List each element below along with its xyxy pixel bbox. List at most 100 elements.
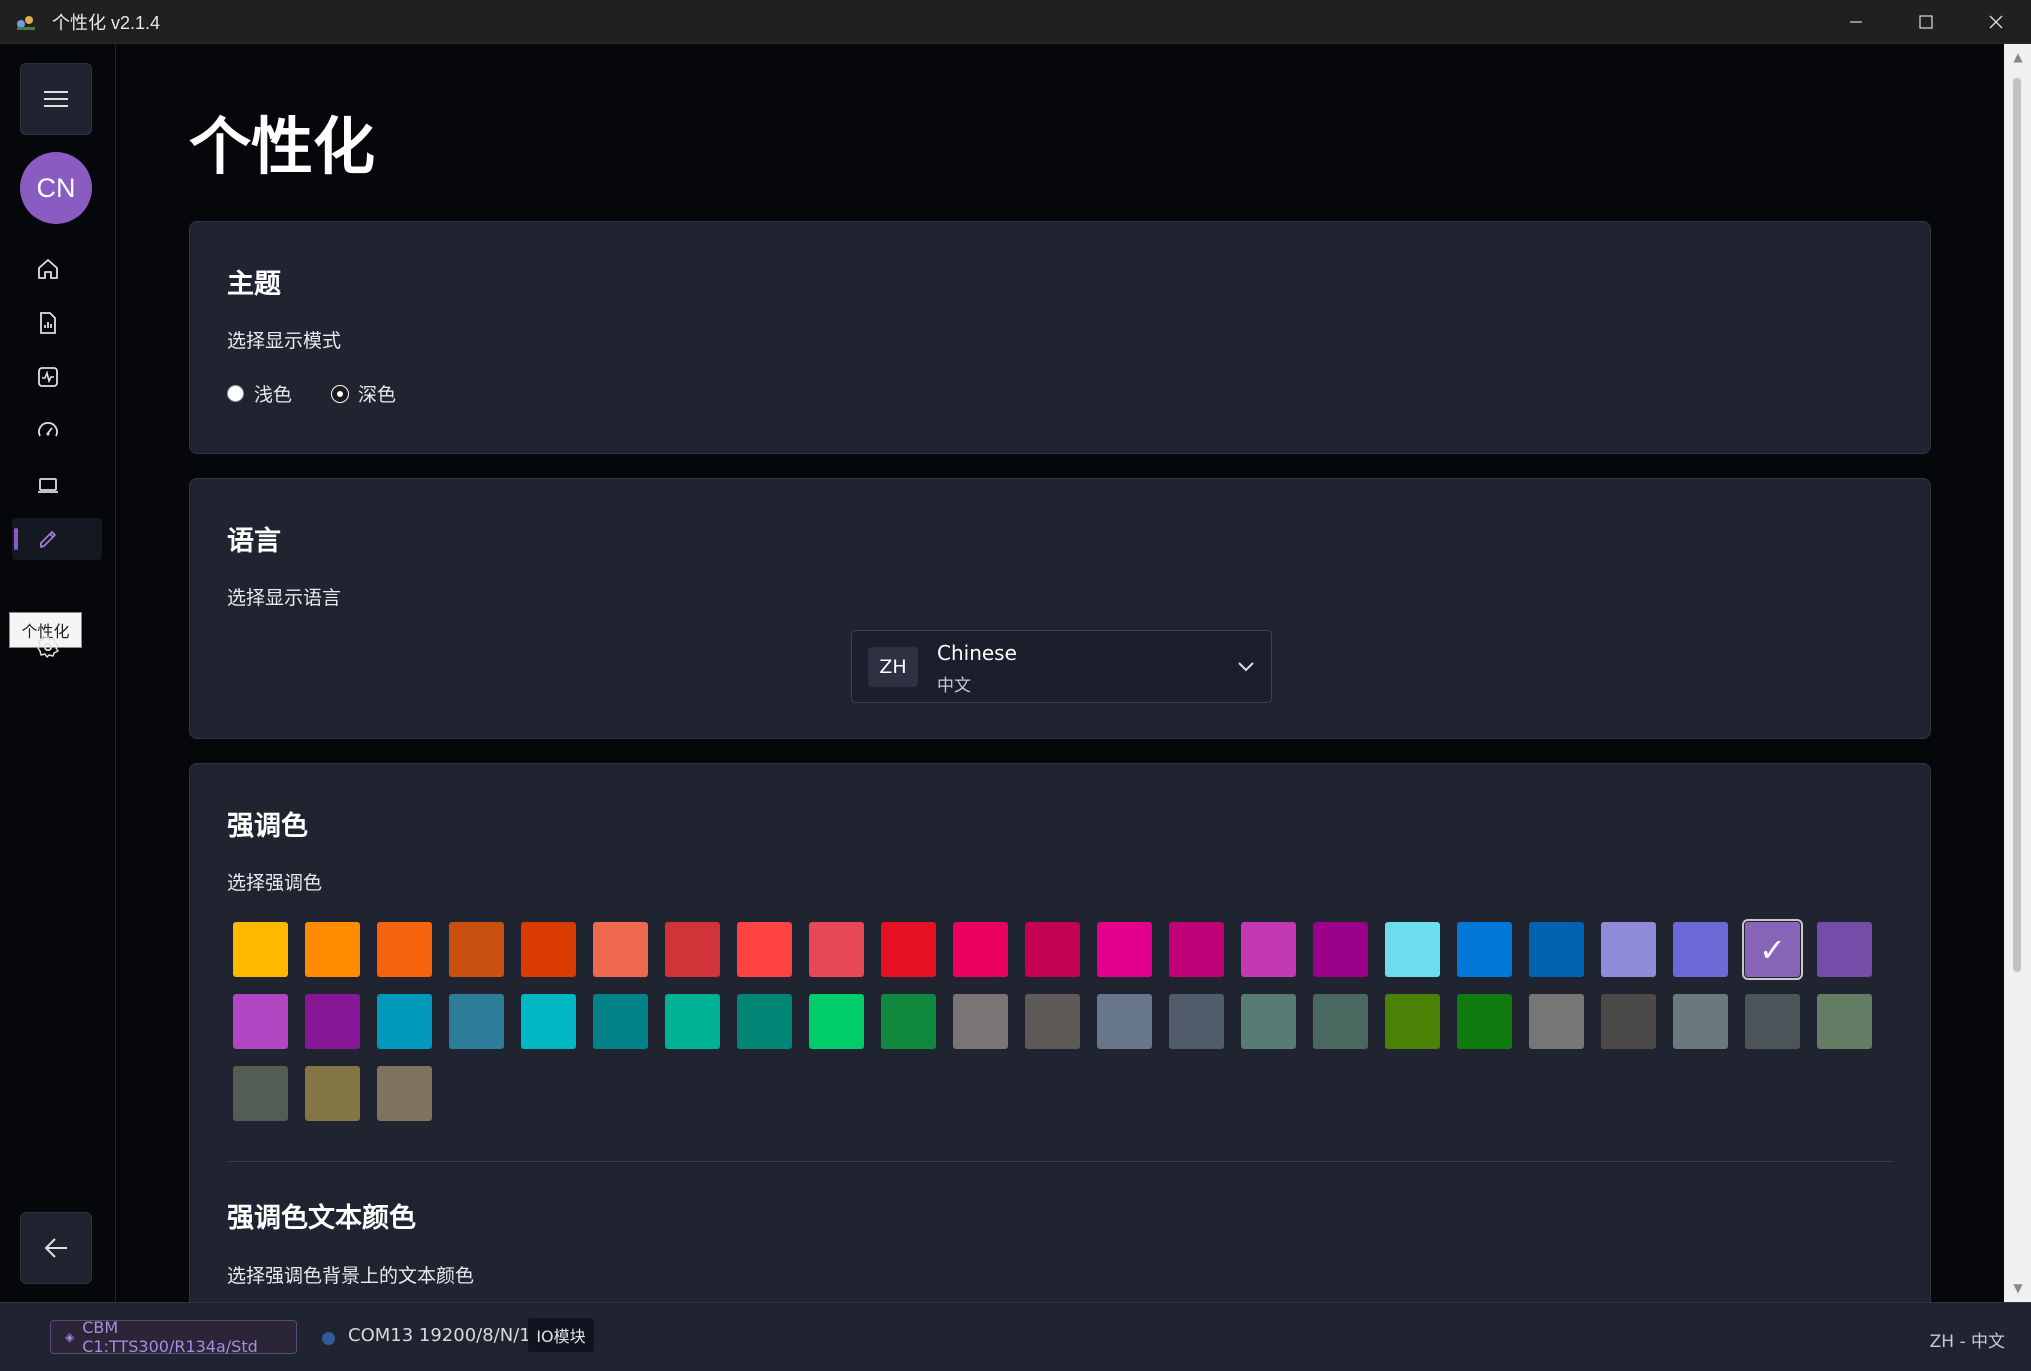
- accent-swatch[interactable]: [377, 994, 432, 1049]
- accent-swatch[interactable]: [1169, 994, 1224, 1049]
- accent-swatch[interactable]: [1025, 922, 1080, 977]
- accent-swatch[interactable]: [881, 994, 936, 1049]
- activity-icon: [38, 367, 58, 387]
- accent-swatch[interactable]: [449, 994, 504, 1049]
- minimize-icon: [1850, 21, 1862, 23]
- accent-swatch[interactable]: [665, 922, 720, 977]
- accent-swatch[interactable]: [1529, 994, 1584, 1049]
- language-card: 语言 选择显示语言 ZH Chinese 中文: [189, 478, 1931, 739]
- language-title: 语言: [227, 526, 281, 557]
- accent-swatch[interactable]: [809, 922, 864, 977]
- accent-swatch[interactable]: [449, 922, 504, 977]
- diamond-icon: ◈: [65, 1330, 75, 1344]
- accent-swatch[interactable]: [1097, 922, 1152, 977]
- scroll-down-arrow-icon[interactable]: ▼: [2011, 1281, 2025, 1295]
- theme-radio-group: 浅色 深色: [227, 380, 396, 407]
- theme-card: 主题 选择显示模式 浅色 深色: [189, 221, 1931, 454]
- window-controls: [1821, 0, 2031, 44]
- arrow-left-icon: [44, 1238, 67, 1258]
- language-code-badge: ZH: [868, 647, 918, 687]
- accent-swatch[interactable]: [521, 922, 576, 977]
- gear-icon: [37, 636, 59, 658]
- accent-swatch[interactable]: [1385, 994, 1440, 1049]
- accent-swatch[interactable]: [1529, 922, 1584, 977]
- accent-swatch[interactable]: [1241, 994, 1296, 1049]
- app-logo-icon: [14, 12, 38, 32]
- language-subtitle: 选择显示语言: [227, 587, 342, 609]
- laptop-icon: [38, 478, 58, 493]
- avatar[interactable]: CN: [20, 152, 92, 224]
- accent-swatch[interactable]: [1745, 994, 1800, 1049]
- accent-swatch[interactable]: [1673, 922, 1728, 977]
- accent-swatch[interactable]: [881, 922, 936, 977]
- sidebar-item-personalize-icon-wrap[interactable]: [28, 519, 68, 559]
- report-icon: [40, 312, 56, 334]
- brush-icon: [40, 531, 56, 548]
- accent-swatch[interactable]: [593, 994, 648, 1049]
- hamburger-icon: [44, 91, 68, 107]
- accent-text-title: 强调色文本颜色: [227, 1203, 416, 1234]
- accent-swatch[interactable]: [1241, 922, 1296, 977]
- sidebar-item-activity[interactable]: [28, 357, 68, 397]
- accent-swatch[interactable]: [1601, 922, 1656, 977]
- sidebar-item-gauge[interactable]: [28, 411, 68, 451]
- radio-dark-circle[interactable]: [332, 385, 349, 402]
- minimize-button[interactable]: [1821, 0, 1891, 44]
- radio-light[interactable]: 浅色: [227, 380, 292, 407]
- accent-swatch[interactable]: [1169, 922, 1224, 977]
- accent-subtitle: 选择强调色: [227, 872, 323, 894]
- accent-text-subtitle: 选择强调色背景上的文本颜色: [227, 1265, 475, 1287]
- accent-swatch[interactable]: [665, 994, 720, 1049]
- accent-swatch[interactable]: [1457, 994, 1512, 1049]
- accent-swatch[interactable]: [377, 1066, 432, 1121]
- accent-swatch[interactable]: [1097, 994, 1152, 1049]
- sidebar-item-settings[interactable]: [28, 627, 68, 667]
- maximize-button[interactable]: [1891, 0, 1961, 44]
- accent-swatch[interactable]: [737, 994, 792, 1049]
- scroll-thumb[interactable]: [2013, 78, 2021, 972]
- accent-swatch[interactable]: [1313, 922, 1368, 977]
- accent-swatch[interactable]: [1817, 922, 1872, 977]
- menu-toggle-button[interactable]: [20, 63, 92, 135]
- active-indicator: [14, 528, 18, 550]
- sidebar-item-home[interactable]: [28, 249, 68, 289]
- radio-dark[interactable]: 深色: [332, 380, 396, 407]
- accent-swatch[interactable]: [737, 922, 792, 977]
- radio-light-circle[interactable]: [227, 385, 244, 402]
- accent-card: 强调色 选择强调色 ✓ 强调色文本颜色 选择强调色背景上的文本颜色: [189, 763, 1931, 1302]
- status-language[interactable]: ZH - 中文: [1930, 1327, 2005, 1352]
- accent-swatch[interactable]: [1385, 922, 1440, 977]
- theme-title: 主题: [227, 269, 281, 300]
- accent-swatch[interactable]: [1457, 922, 1512, 977]
- language-name: Chinese: [937, 641, 1017, 665]
- accent-swatch[interactable]: [953, 994, 1008, 1049]
- accent-swatch[interactable]: [1313, 994, 1368, 1049]
- accent-swatch[interactable]: [809, 994, 864, 1049]
- accent-swatch[interactable]: [233, 994, 288, 1049]
- radio-dark-label: 深色: [358, 384, 397, 406]
- vertical-scrollbar[interactable]: ▲ ▼: [2004, 44, 2031, 1302]
- close-button[interactable]: [1961, 0, 2031, 44]
- accent-swatch[interactable]: [521, 994, 576, 1049]
- accent-swatch[interactable]: [305, 1066, 360, 1121]
- accent-swatch[interactable]: [953, 922, 1008, 977]
- accent-swatch[interactable]: [1025, 994, 1080, 1049]
- accent-swatch[interactable]: ✓: [1742, 919, 1803, 980]
- config-label: CBM C1:TTS300/R134a/Std: [82, 1318, 258, 1356]
- accent-swatch[interactable]: [305, 994, 360, 1049]
- io-module-badge[interactable]: IO模块: [528, 1318, 594, 1352]
- accent-swatch[interactable]: [377, 922, 432, 977]
- back-button[interactable]: [20, 1212, 92, 1284]
- accent-swatch[interactable]: [1601, 994, 1656, 1049]
- accent-swatch[interactable]: [1817, 994, 1872, 1049]
- accent-swatch[interactable]: [305, 922, 360, 977]
- sidebar-item-device[interactable]: [28, 465, 68, 505]
- config-badge[interactable]: ◈ CBM C1:TTS300/R134a/Std: [50, 1318, 297, 1356]
- accent-swatch[interactable]: [233, 1066, 288, 1121]
- language-select[interactable]: ZH Chinese 中文: [851, 630, 1272, 703]
- scroll-up-arrow-icon[interactable]: ▲: [2011, 50, 2025, 64]
- accent-swatch[interactable]: [233, 922, 288, 977]
- accent-swatch[interactable]: [1673, 994, 1728, 1049]
- sidebar-item-report[interactable]: [28, 303, 68, 343]
- accent-swatch[interactable]: [593, 922, 648, 977]
